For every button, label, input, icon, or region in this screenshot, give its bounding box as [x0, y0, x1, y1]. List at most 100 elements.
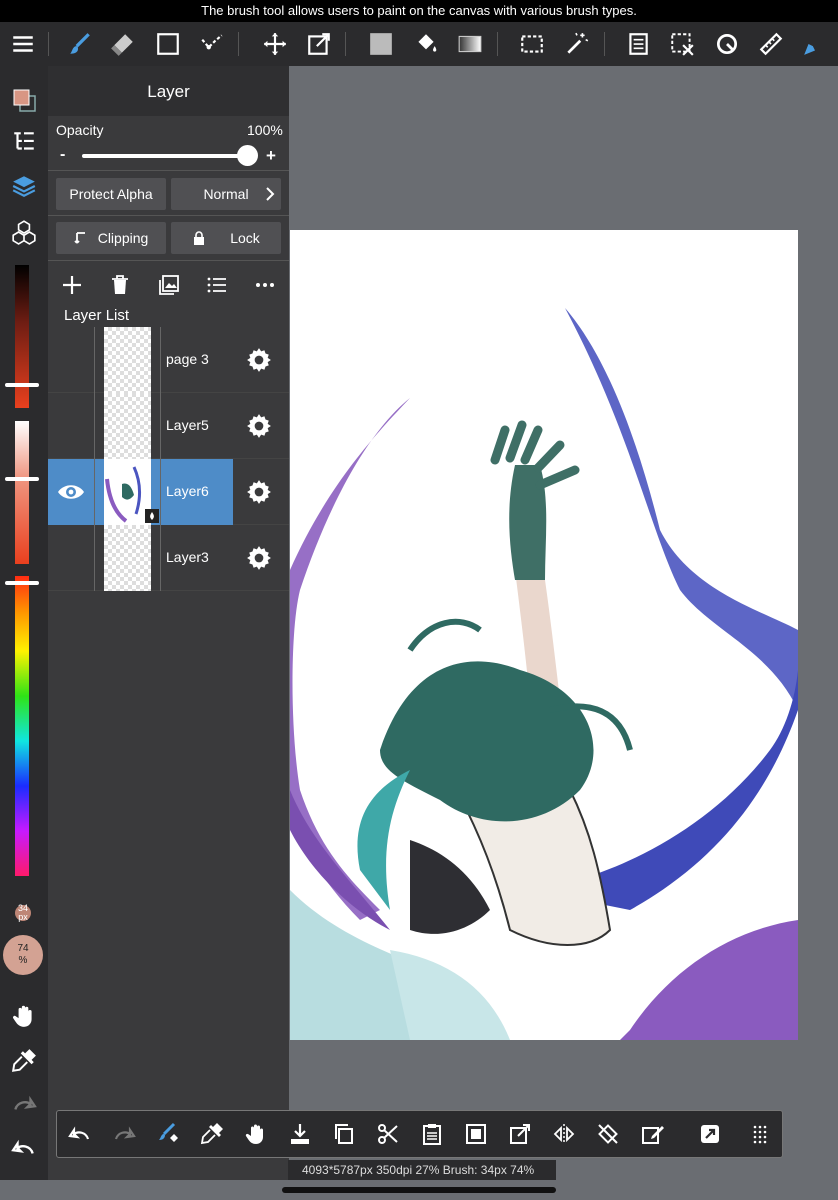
brush-icon[interactable]	[60, 24, 100, 64]
ellipsis-icon	[256, 283, 274, 287]
crop-icon[interactable]	[459, 1117, 493, 1151]
duplicate-icon[interactable]	[327, 1117, 361, 1151]
magic-wand-icon[interactable]	[557, 24, 597, 64]
list-icon	[207, 277, 226, 293]
opacity-slider[interactable]	[82, 154, 248, 158]
clipping-button[interactable]: Clipping	[56, 222, 166, 254]
brush-size-indicator[interactable]: 34 px	[10, 900, 36, 926]
rotate-icon[interactable]	[707, 24, 747, 64]
transform-icon[interactable]	[299, 24, 339, 64]
export-icon[interactable]	[503, 1117, 537, 1151]
top-toolbar	[0, 22, 838, 66]
canvas-info-text: 4093*5787px 350dpi 27% Brush: 34px 74%	[302, 1163, 535, 1177]
layer-row[interactable]: Layer3	[48, 525, 289, 591]
brush-opacity-indicator[interactable]: 74 %	[3, 935, 43, 975]
saturation-slider[interactable]	[15, 421, 29, 564]
canvas-info-bar: 4093*5787px 350dpi 27% Brush: 34px 74%	[288, 1160, 556, 1180]
opacity-value: 100%	[247, 122, 283, 138]
more-options-button[interactable]	[250, 270, 280, 300]
eye-icon[interactable]	[56, 481, 86, 503]
cut-icon[interactable]	[371, 1117, 405, 1151]
gear-icon[interactable]	[246, 545, 272, 571]
layer-row[interactable]: page 3	[48, 327, 289, 393]
rectangle-icon[interactable]	[148, 24, 188, 64]
gear-icon[interactable]	[246, 347, 272, 373]
selection-pen-icon[interactable]	[192, 24, 232, 64]
layer-name: Layer3	[166, 549, 209, 565]
save-icon[interactable]	[283, 1117, 317, 1151]
eyedropper-icon[interactable]	[4, 1041, 44, 1081]
brightness-slider-knob[interactable]	[5, 383, 39, 387]
thumb-guide	[94, 327, 95, 393]
layer-thumbnail	[104, 393, 151, 459]
pen-tool-icon[interactable]	[795, 24, 835, 64]
snap-icon[interactable]	[693, 1117, 727, 1151]
layer-row[interactable]: Layer5	[48, 393, 289, 459]
home-indicator[interactable]	[282, 1187, 556, 1193]
fill-color-icon[interactable]	[361, 24, 401, 64]
toolbar-divider	[345, 32, 346, 56]
move-icon[interactable]	[255, 24, 295, 64]
artboard[interactable]	[290, 230, 798, 1040]
saturation-slider-knob[interactable]	[5, 477, 39, 481]
brush-opacity-text: 74 %	[17, 943, 29, 966]
thumb-guide	[160, 459, 161, 525]
clear-icon[interactable]	[635, 1117, 669, 1151]
hand-icon[interactable]	[4, 996, 44, 1036]
hue-slider-knob[interactable]	[5, 581, 39, 585]
opacity-slider-thumb[interactable]	[237, 145, 258, 166]
tooltip-bar: The brush tool allows users to paint on …	[0, 0, 838, 22]
layer-thumbnail	[104, 525, 151, 591]
menu-icon[interactable]	[3, 24, 43, 64]
panel-divider	[48, 215, 289, 216]
add-layer-button[interactable]	[57, 270, 87, 300]
redo-icon[interactable]	[107, 1117, 141, 1151]
brush-erase-icon[interactable]	[151, 1117, 185, 1151]
protect-alpha-label: Protect Alpha	[69, 186, 153, 202]
ruler-icon[interactable]	[751, 24, 791, 64]
thumb-guide	[160, 393, 161, 459]
flip-icon[interactable]	[547, 1117, 581, 1151]
thumb-guide	[94, 393, 95, 459]
layer-tree-icon[interactable]	[4, 122, 44, 162]
thumb-guide	[94, 525, 95, 591]
canvas-area[interactable]	[289, 66, 838, 1180]
gradient-icon[interactable]	[450, 24, 490, 64]
eyedropper-icon[interactable]	[195, 1117, 229, 1151]
grid-icon[interactable]	[743, 1117, 777, 1151]
opacity-decrease-button[interactable]: -	[60, 146, 65, 164]
undo-icon[interactable]	[4, 1128, 44, 1168]
deselect-icon[interactable]	[662, 24, 702, 64]
thumbnail-art	[105, 466, 141, 523]
lock-label: Lock	[230, 230, 260, 246]
opacity-increase-button[interactable]: +	[266, 146, 276, 166]
thumb-guide	[160, 327, 161, 393]
hand-icon[interactable]	[239, 1117, 273, 1151]
redo-icon[interactable]	[4, 1084, 44, 1124]
gear-icon[interactable]	[246, 413, 272, 439]
layer-list-button[interactable]	[202, 270, 232, 300]
layer-panel-title: Layer	[48, 66, 289, 116]
materials-icon[interactable]	[4, 212, 44, 252]
gear-icon[interactable]	[246, 479, 272, 505]
lock-button[interactable]: Lock	[171, 222, 281, 254]
bucket-icon[interactable]	[406, 24, 446, 64]
delete-layer-button[interactable]	[105, 270, 135, 300]
blend-mode-button[interactable]: Normal	[171, 178, 281, 210]
layer-row-selected[interactable]: Layer6	[48, 459, 289, 525]
paste-icon[interactable]	[415, 1117, 449, 1151]
rotate-canvas-icon[interactable]	[591, 1117, 625, 1151]
marquee-icon[interactable]	[512, 24, 552, 64]
color-swatch[interactable]	[4, 80, 44, 120]
protect-alpha-button[interactable]: Protect Alpha	[56, 178, 166, 210]
undo-icon[interactable]	[63, 1117, 97, 1151]
toolbar-divider	[604, 32, 605, 56]
layer-copy-icon[interactable]	[618, 24, 658, 64]
layers-icon[interactable]	[4, 166, 44, 206]
eraser-icon[interactable]	[103, 24, 143, 64]
opacity-label: Opacity	[56, 122, 104, 138]
layer-image-button[interactable]	[154, 270, 184, 300]
hue-slider[interactable]	[15, 576, 29, 876]
lock-icon	[194, 231, 205, 245]
brush-size-text: 34 px	[17, 903, 28, 922]
